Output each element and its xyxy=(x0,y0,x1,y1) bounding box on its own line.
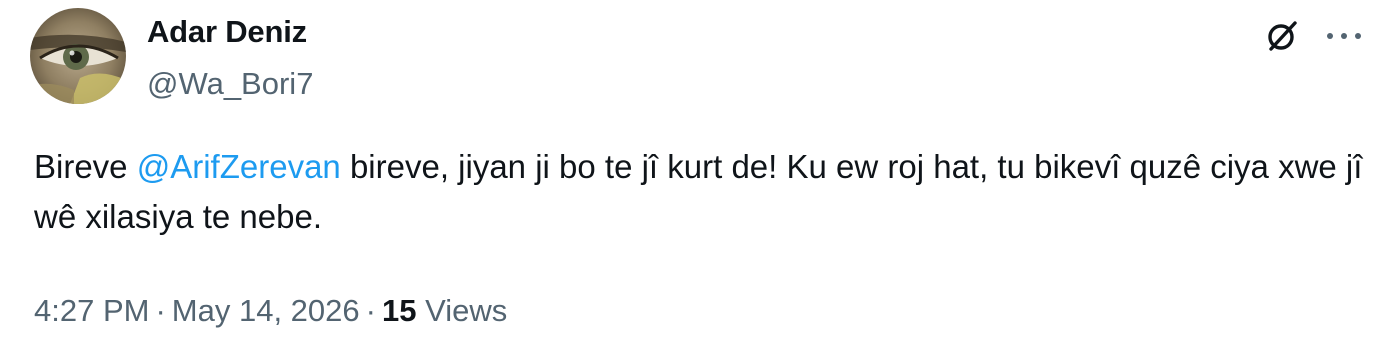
tweet-meta: 4:27 PM · May 14, 2026 · 15 Views xyxy=(34,291,507,331)
user-handle[interactable]: @Wa_Bori7 xyxy=(147,64,313,104)
tweet-date[interactable]: May 14, 2026 xyxy=(172,293,360,328)
more-horizontal-icon[interactable] xyxy=(1320,20,1368,52)
avatar[interactable] xyxy=(30,8,126,104)
tweet-text: Bireve @ArifZerevan bireve, jiyan ji bo … xyxy=(34,142,1374,242)
meta-separator: · xyxy=(365,293,376,328)
display-name[interactable]: Adar Deniz xyxy=(147,12,313,52)
tweet-time[interactable]: 4:27 PM xyxy=(34,293,149,328)
tweet-card: Adar Deniz @Wa_Bori7 Bireve @ArifZerevan… xyxy=(0,0,1400,357)
views-label: Views xyxy=(425,293,508,328)
grok-slash-circle-icon[interactable] xyxy=(1262,16,1302,56)
avatar-eye-image xyxy=(30,8,126,104)
tweet-text-start: Bireve xyxy=(34,148,137,185)
mention-link[interactable]: @ArifZerevan xyxy=(137,148,341,185)
views-count: 15 xyxy=(381,293,417,328)
meta-separator: · xyxy=(155,293,166,328)
author-block: Adar Deniz @Wa_Bori7 xyxy=(147,12,313,104)
